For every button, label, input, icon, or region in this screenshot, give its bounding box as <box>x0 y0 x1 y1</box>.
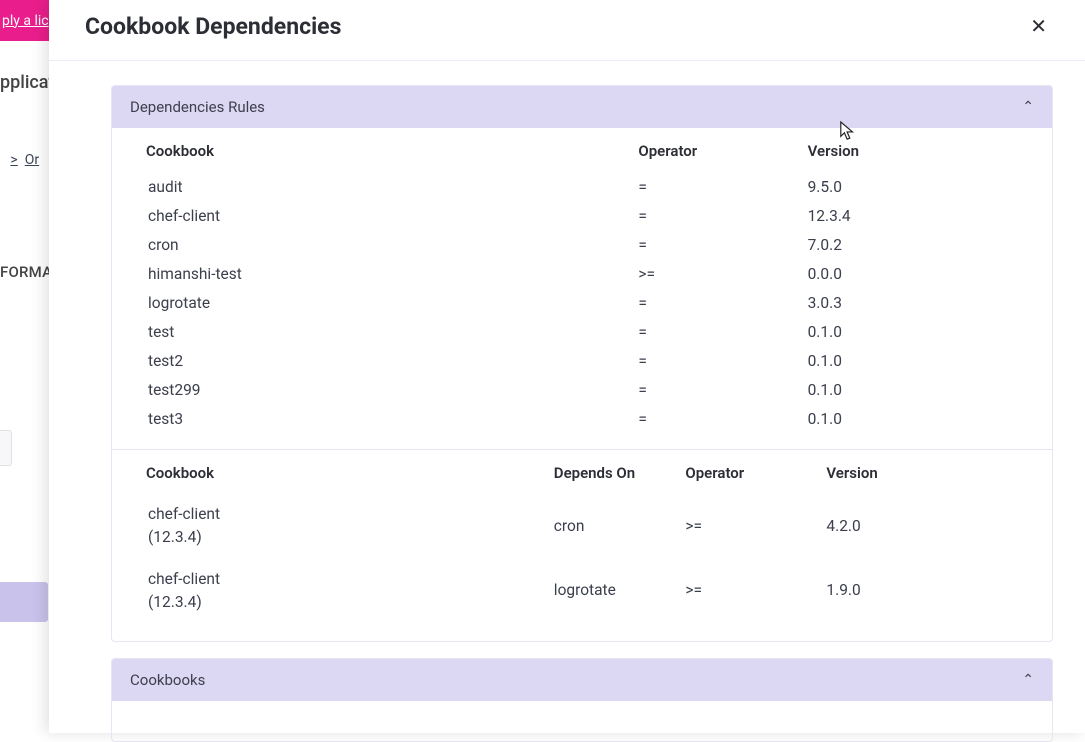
col-operator: Operator <box>638 128 807 172</box>
rules-table-section: Cookbook Operator Version audit=9.5.0che… <box>112 128 1052 449</box>
bg-decor-purple <box>0 582 48 622</box>
table-row: audit=9.5.0 <box>112 172 1052 201</box>
cell-version: 1.9.0 <box>826 559 1052 624</box>
cell-cookbook: test3 <box>112 404 638 433</box>
table-row: cron=7.0.2 <box>112 230 1052 259</box>
cell-cookbook: himanshi-test <box>112 259 638 288</box>
cell-version: 0.1.0 <box>808 317 1052 346</box>
breadcrumb: > Or <box>0 152 39 168</box>
col-version: Version <box>826 450 1052 494</box>
modal-header: Cookbook Dependencies ✕ <box>49 0 1085 61</box>
table-row: chef-client(12.3.4)cron>=4.2.0 <box>112 494 1052 559</box>
modal-title: Cookbook Dependencies <box>85 13 341 40</box>
cell-version: 12.3.4 <box>808 201 1052 230</box>
cell-version: 9.5.0 <box>808 172 1052 201</box>
deps-table: Cookbook Depends On Operator Version che… <box>112 450 1052 623</box>
cell-cookbook: test299 <box>112 375 638 404</box>
nav-applications: pplications <box>0 72 50 93</box>
cell-operator: = <box>638 201 807 230</box>
chevron-up-icon: ⌃ <box>1022 99 1034 115</box>
cell-operator: = <box>638 404 807 433</box>
dependencies-rules-header[interactable]: Dependencies Rules ⌃ <box>112 86 1052 128</box>
table-row: chef-client(12.3.4)logrotate>=1.9.0 <box>112 559 1052 624</box>
chevron-up-icon: ⌃ <box>1022 672 1034 688</box>
cookbooks-header[interactable]: Cookbooks ⌃ <box>112 659 1052 701</box>
cell-cookbook: test <box>112 317 638 346</box>
deps-table-section: Cookbook Depends On Operator Version che… <box>112 449 1052 641</box>
cell-depends-on: cron <box>554 494 686 559</box>
cell-cookbook: logrotate <box>112 288 638 317</box>
cell-cookbook: cron <box>112 230 638 259</box>
cell-cookbook: test2 <box>112 346 638 375</box>
panel-title: Cookbooks <box>130 671 205 689</box>
cell-cookbook: chef-client <box>112 201 638 230</box>
rules-table: Cookbook Operator Version audit=9.5.0che… <box>112 128 1052 433</box>
cell-version: 3.0.3 <box>808 288 1052 317</box>
table-row: test=0.1.0 <box>112 317 1052 346</box>
table-row: himanshi-test>=0.0.0 <box>112 259 1052 288</box>
cell-cookbook: chef-client(12.3.4) <box>112 559 554 624</box>
cell-operator: = <box>638 346 807 375</box>
col-version: Version <box>808 128 1052 172</box>
section-label: FORMA <box>0 263 50 281</box>
table-row: test3=0.1.0 <box>112 404 1052 433</box>
background-page: ply a lic pplications > Or FORMA <box>0 0 50 733</box>
modal-body: Dependencies Rules ⌃ Cookbook Operator V… <box>49 61 1085 742</box>
cell-version: 4.2.0 <box>826 494 1052 559</box>
col-cookbook: Cookbook <box>112 128 638 172</box>
table-header-row: Cookbook Operator Version <box>112 128 1052 172</box>
cell-cookbook: audit <box>112 172 638 201</box>
col-operator: Operator <box>685 450 826 494</box>
cell-operator: >= <box>685 559 826 624</box>
license-banner[interactable]: ply a lic <box>0 0 50 41</box>
close-button[interactable]: ✕ <box>1022 10 1055 42</box>
panel-title: Dependencies Rules <box>130 98 265 116</box>
cell-operator: = <box>638 317 807 346</box>
table-row: test2=0.1.0 <box>112 346 1052 375</box>
cell-operator: = <box>638 375 807 404</box>
cookbooks-card: Cookbooks ⌃ <box>111 658 1053 742</box>
table-row: chef-client=12.3.4 <box>112 201 1052 230</box>
cell-operator: = <box>638 230 807 259</box>
cell-operator: = <box>638 288 807 317</box>
cell-operator: >= <box>685 494 826 559</box>
cell-version: 7.0.2 <box>808 230 1052 259</box>
table-row: test299=0.1.0 <box>112 375 1052 404</box>
col-depends-on: Depends On <box>554 450 686 494</box>
table-header-row: Cookbook Depends On Operator Version <box>112 450 1052 494</box>
bg-decor-box <box>0 430 12 466</box>
table-row: logrotate=3.0.3 <box>112 288 1052 317</box>
cookbook-dependencies-modal: Cookbook Dependencies ✕ Dependencies Rul… <box>49 0 1085 733</box>
cell-cookbook: chef-client(12.3.4) <box>112 494 554 559</box>
cell-version: 0.0.0 <box>808 259 1052 288</box>
cell-operator: = <box>638 172 807 201</box>
dependencies-rules-card: Dependencies Rules ⌃ Cookbook Operator V… <box>111 85 1053 642</box>
col-cookbook: Cookbook <box>112 450 554 494</box>
cell-version: 0.1.0 <box>808 346 1052 375</box>
cell-version: 0.1.0 <box>808 404 1052 433</box>
cell-depends-on: logrotate <box>554 559 686 624</box>
cell-version: 0.1.0 <box>808 375 1052 404</box>
cell-operator: >= <box>638 259 807 288</box>
